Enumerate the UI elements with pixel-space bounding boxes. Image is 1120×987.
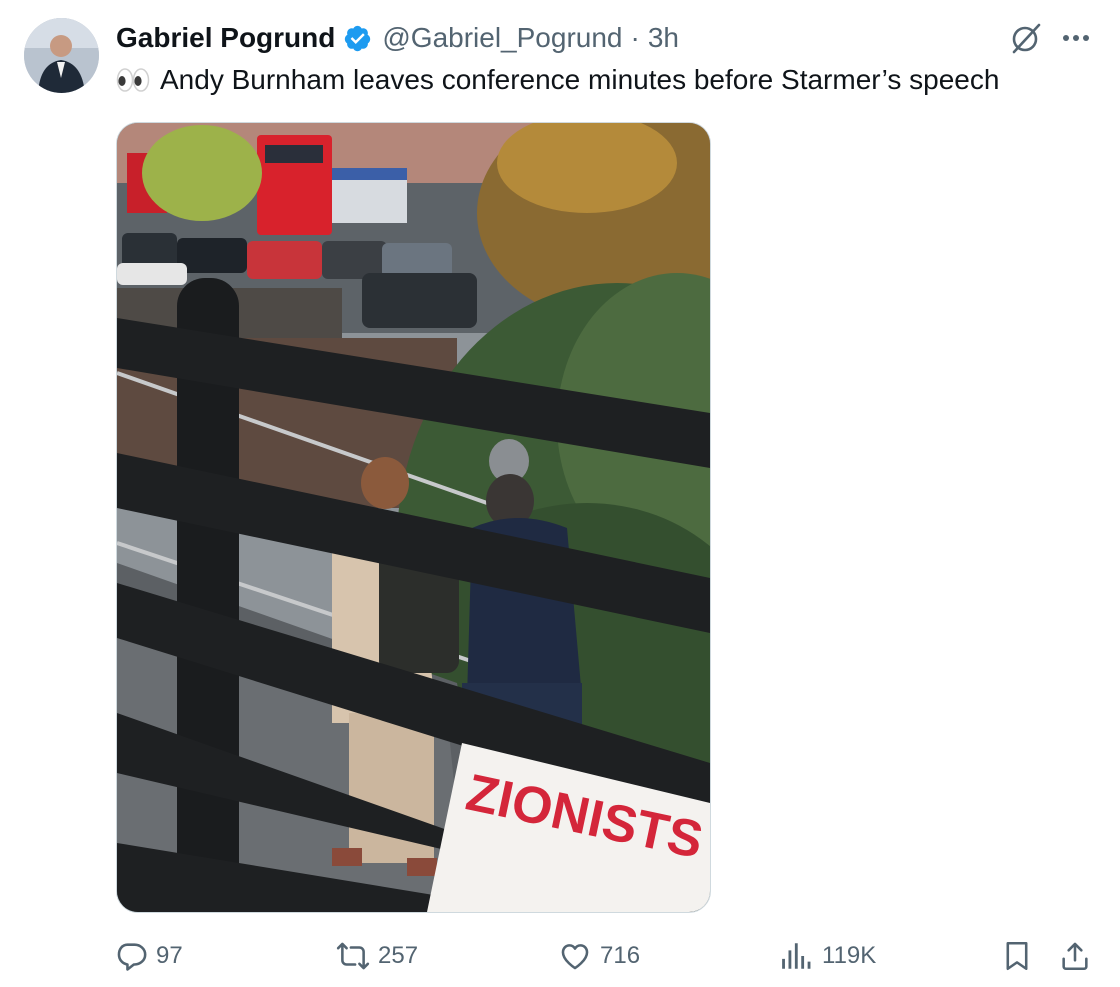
- tweet-photo[interactable]: ZIONISTS: [116, 122, 711, 913]
- reply-count: 97: [156, 942, 183, 969]
- views-button[interactable]: 119K: [780, 932, 876, 980]
- tweet-body: Andy Burnham leaves conference minutes b…: [160, 64, 1000, 95]
- author-name[interactable]: Gabriel Pogrund: [116, 22, 335, 54]
- views-count: 119K: [822, 942, 877, 969]
- reply-button[interactable]: 97: [114, 932, 183, 980]
- eyes-emoji-icon: [116, 66, 150, 94]
- author-handle[interactable]: @Gabriel_Pogrund: [382, 22, 622, 54]
- reply-icon: [117, 943, 147, 971]
- analytics-icon: [782, 943, 811, 969]
- like-button[interactable]: 716: [558, 932, 640, 980]
- more-options-icon[interactable]: [1058, 24, 1094, 52]
- avatar[interactable]: [24, 18, 99, 93]
- bookmark-button[interactable]: [1000, 932, 1034, 980]
- heart-icon: [561, 944, 589, 970]
- share-button[interactable]: [1058, 932, 1092, 980]
- bookmark-icon: [1006, 941, 1028, 971]
- avatar-image: [24, 18, 99, 93]
- like-count: 716: [600, 942, 641, 969]
- retweet-icon: [336, 942, 370, 970]
- tweet-text: Andy Burnham leaves conference minutes b…: [116, 60, 999, 100]
- tweet-header: Gabriel Pogrund @Gabriel_Pogrund · 3h: [116, 18, 679, 58]
- separator-dot: ·: [630, 22, 640, 53]
- retweet-count: 257: [378, 942, 419, 969]
- verified-badge-icon: [345, 25, 371, 51]
- share-icon: [1062, 942, 1088, 971]
- action-bar: 97 257 716 119K: [0, 932, 1120, 980]
- retweet-button[interactable]: 257: [336, 932, 418, 980]
- timestamp[interactable]: 3h: [648, 22, 679, 54]
- grok-icon[interactable]: [1008, 20, 1044, 56]
